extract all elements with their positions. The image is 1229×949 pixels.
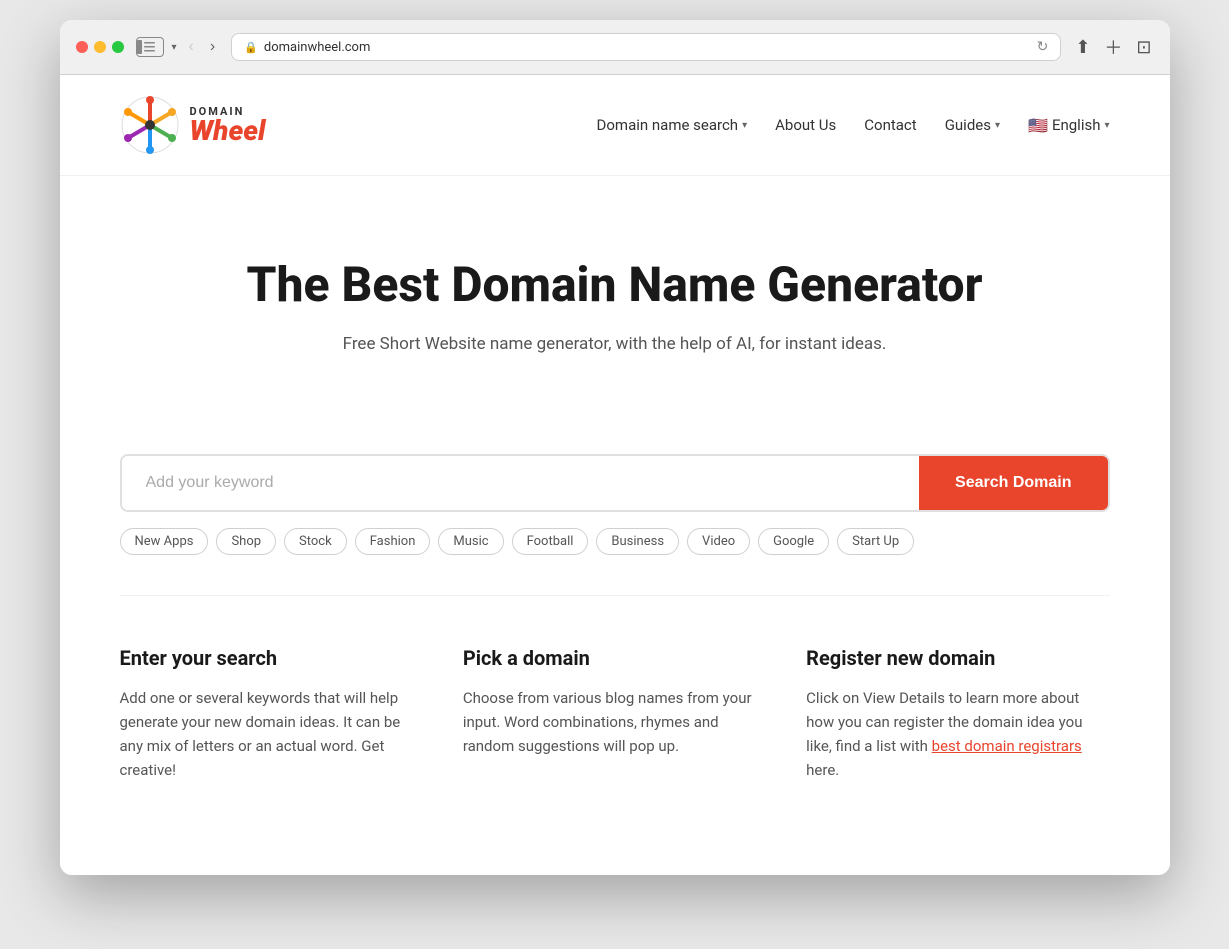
search-bar-wrapper: Search Domain bbox=[120, 454, 1110, 512]
back-button[interactable]: ‹ bbox=[185, 36, 198, 58]
sidebar-chevron-icon: ▾ bbox=[172, 42, 177, 53]
hero-subtitle: Free Short Website name generator, with … bbox=[120, 334, 1110, 354]
info-card-3-body: Click on View Details to learn more abou… bbox=[806, 686, 1109, 782]
nav-contact[interactable]: Contact bbox=[864, 116, 916, 134]
close-button[interactable] bbox=[76, 41, 88, 53]
site-content: DOMAIN Wheel Domain name search ▾ About … bbox=[60, 75, 1170, 875]
logo-wheel-text: Wheel bbox=[190, 117, 266, 145]
language-chevron-icon: ▾ bbox=[1104, 120, 1109, 131]
tag-business[interactable]: Business bbox=[596, 528, 679, 555]
lock-icon: 🔒 bbox=[244, 41, 258, 54]
share-button[interactable]: ⬆ bbox=[1073, 35, 1092, 60]
info-card-1-body: Add one or several keywords that will he… bbox=[120, 686, 423, 782]
split-view-button[interactable]: ⊡ bbox=[1134, 35, 1153, 60]
tag-football[interactable]: Football bbox=[512, 528, 589, 555]
domain-search-chevron-icon: ▾ bbox=[742, 120, 747, 131]
minimize-button[interactable] bbox=[94, 41, 106, 53]
keyword-tags: New Apps Shop Stock Fashion Music Footba… bbox=[120, 528, 1110, 555]
hero-title: The Best Domain Name Generator bbox=[120, 256, 1110, 314]
address-bar[interactable]: 🔒 domainwheel.com ↻ bbox=[231, 33, 1061, 61]
logo-text: DOMAIN Wheel bbox=[190, 106, 266, 145]
search-input[interactable] bbox=[122, 456, 920, 510]
info-card-enter-search: Enter your search Add one or several key… bbox=[120, 646, 423, 782]
site-nav: Domain name search ▾ About Us Contact Gu… bbox=[597, 116, 1110, 135]
tag-music[interactable]: Music bbox=[438, 528, 503, 555]
logo-icon bbox=[120, 95, 180, 155]
browser-chrome: ▾ ‹ › 🔒 domainwheel.com ↻ ⬆ ＋ ⊡ bbox=[60, 20, 1170, 75]
tag-video[interactable]: Video bbox=[687, 528, 750, 555]
nav-domain-search[interactable]: Domain name search ▾ bbox=[597, 116, 748, 134]
info-section: Enter your search Add one or several key… bbox=[60, 596, 1170, 842]
browser-actions: ⬆ ＋ ⊡ bbox=[1073, 32, 1153, 62]
site-header: DOMAIN Wheel Domain name search ▾ About … bbox=[60, 75, 1170, 176]
url-text: domainwheel.com bbox=[264, 40, 370, 55]
tag-new-apps[interactable]: New Apps bbox=[120, 528, 209, 555]
nav-about-us[interactable]: About Us bbox=[775, 116, 836, 134]
flag-icon: 🇺🇸 bbox=[1028, 116, 1048, 135]
nav-guides[interactable]: Guides ▾ bbox=[945, 116, 1000, 134]
best-registrars-link[interactable]: best domain registrars bbox=[932, 737, 1082, 755]
tag-shop[interactable]: Shop bbox=[216, 528, 276, 555]
maximize-button[interactable] bbox=[112, 41, 124, 53]
info-card-register-domain: Register new domain Click on View Detail… bbox=[806, 646, 1109, 782]
search-section: Search Domain New Apps Shop Stock Fashio… bbox=[60, 454, 1170, 595]
tag-start-up[interactable]: Start Up bbox=[837, 528, 914, 555]
new-tab-button[interactable]: ＋ bbox=[1102, 32, 1124, 62]
search-domain-button[interactable]: Search Domain bbox=[919, 456, 1107, 510]
forward-button[interactable]: › bbox=[206, 36, 219, 58]
traffic-lights bbox=[76, 41, 124, 53]
hero-section: The Best Domain Name Generator Free Shor… bbox=[60, 176, 1170, 454]
info-card-1-title: Enter your search bbox=[120, 646, 423, 670]
info-card-pick-domain: Pick a domain Choose from various blog n… bbox=[463, 646, 766, 782]
tag-google[interactable]: Google bbox=[758, 528, 829, 555]
tag-fashion[interactable]: Fashion bbox=[355, 528, 431, 555]
browser-controls: ▾ ‹ › bbox=[136, 36, 220, 58]
info-card-2-title: Pick a domain bbox=[463, 646, 766, 670]
reload-icon[interactable]: ↻ bbox=[1037, 39, 1049, 55]
nav-language[interactable]: 🇺🇸 English ▾ bbox=[1028, 116, 1109, 135]
guides-chevron-icon: ▾ bbox=[995, 120, 1000, 131]
browser-window: ▾ ‹ › 🔒 domainwheel.com ↻ ⬆ ＋ ⊡ bbox=[60, 20, 1170, 875]
sidebar-toggle-button[interactable] bbox=[136, 37, 164, 57]
info-card-2-body: Choose from various blog names from your… bbox=[463, 686, 766, 758]
logo-area[interactable]: DOMAIN Wheel bbox=[120, 95, 266, 155]
tag-stock[interactable]: Stock bbox=[284, 528, 347, 555]
info-card-3-title: Register new domain bbox=[806, 646, 1109, 670]
